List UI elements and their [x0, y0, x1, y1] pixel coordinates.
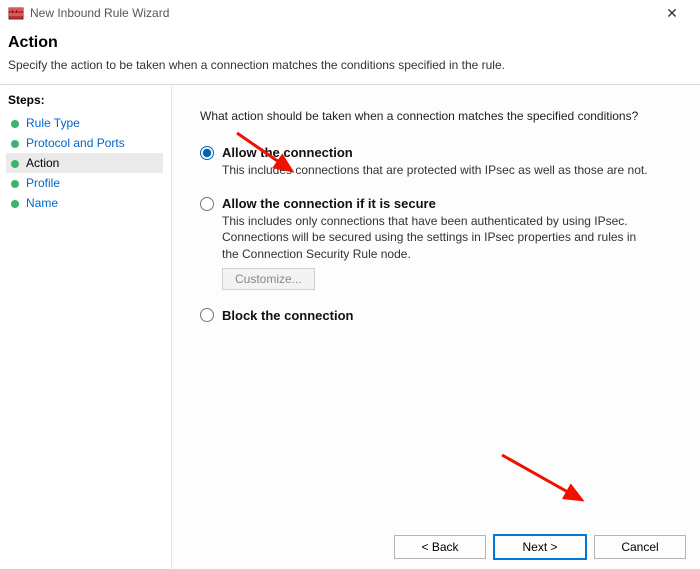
- option-allow-secure: Allow the connection if it is secure Thi…: [200, 196, 680, 290]
- step-name[interactable]: Name: [6, 193, 163, 213]
- radio-allow[interactable]: [200, 146, 214, 160]
- step-rule-type[interactable]: Rule Type: [6, 113, 163, 133]
- radio-block[interactable]: [200, 308, 214, 322]
- annotation-arrow-icon: [492, 445, 602, 515]
- back-button[interactable]: < Back: [394, 535, 486, 559]
- bullet-icon: [10, 178, 20, 188]
- window-title: New Inbound Rule Wizard: [30, 6, 652, 20]
- bullet-icon: [10, 198, 20, 208]
- option-desc: This includes only connections that have…: [222, 213, 652, 262]
- firewall-icon: [8, 5, 24, 21]
- step-label: Rule Type: [26, 116, 80, 130]
- option-label: Allow the connection if it is secure: [222, 196, 436, 211]
- step-label: Name: [26, 196, 58, 210]
- radio-allow-secure[interactable]: [200, 197, 214, 211]
- step-label: Profile: [26, 176, 60, 190]
- wizard-footer: < Back Next > Cancel: [394, 535, 686, 559]
- step-label: Protocol and Ports: [26, 136, 125, 150]
- option-label: Block the connection: [222, 308, 353, 323]
- option-desc: This includes connections that are prote…: [222, 162, 652, 178]
- step-profile[interactable]: Profile: [6, 173, 163, 193]
- close-icon[interactable]: ✕: [652, 5, 692, 22]
- prompt-text: What action should be taken when a conne…: [200, 109, 680, 123]
- cancel-button[interactable]: Cancel: [594, 535, 686, 559]
- step-label: Action: [26, 156, 59, 170]
- option-allow: Allow the connection This includes conne…: [200, 145, 680, 178]
- page-title: Action: [8, 34, 692, 52]
- next-button[interactable]: Next >: [494, 535, 586, 559]
- step-protocol-ports[interactable]: Protocol and Ports: [6, 133, 163, 153]
- option-block: Block the connection: [200, 308, 680, 323]
- bullet-icon: [10, 118, 20, 128]
- titlebar: New Inbound Rule Wizard ✕: [0, 0, 700, 26]
- bullet-icon: [10, 158, 20, 168]
- option-label: Allow the connection: [222, 145, 353, 160]
- steps-sidebar: Steps: Rule Type Protocol and Ports Acti…: [0, 85, 172, 569]
- page-description: Specify the action to be taken when a co…: [8, 58, 692, 72]
- bullet-icon: [10, 138, 20, 148]
- wizard-header: Action Specify the action to be taken wh…: [0, 26, 700, 84]
- customize-button: Customize...: [222, 268, 315, 290]
- main-content: What action should be taken when a conne…: [172, 85, 700, 569]
- steps-heading: Steps:: [6, 93, 163, 107]
- step-action[interactable]: Action: [6, 153, 163, 173]
